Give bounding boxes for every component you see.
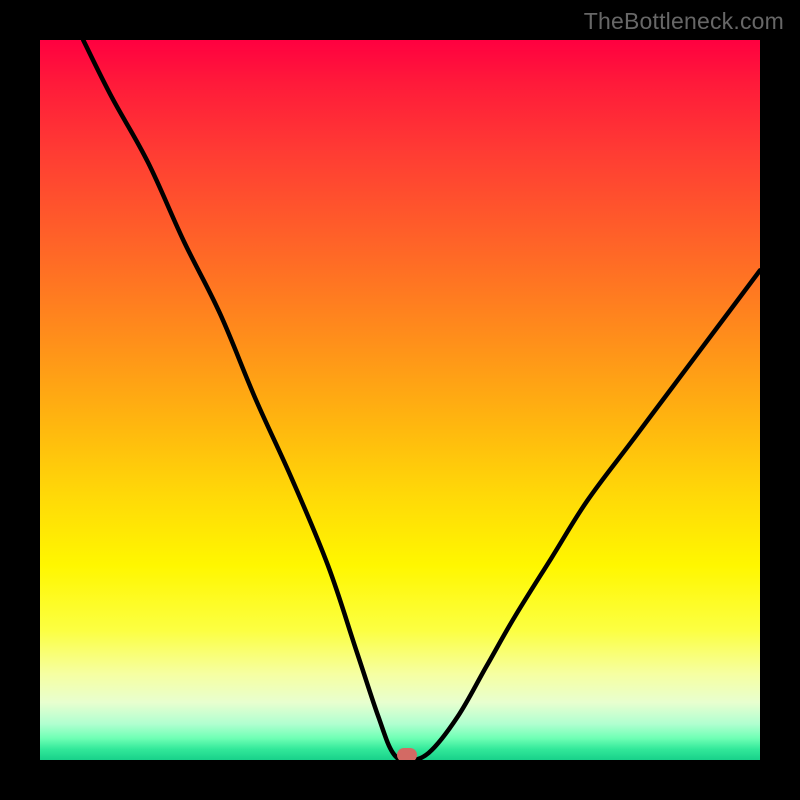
chart-frame: TheBottleneck.com bbox=[0, 0, 800, 800]
bottleneck-curve bbox=[83, 40, 760, 760]
minimum-marker bbox=[397, 748, 417, 760]
plot-area bbox=[40, 40, 760, 760]
watermark-text: TheBottleneck.com bbox=[584, 8, 784, 35]
curve-layer bbox=[40, 40, 760, 760]
